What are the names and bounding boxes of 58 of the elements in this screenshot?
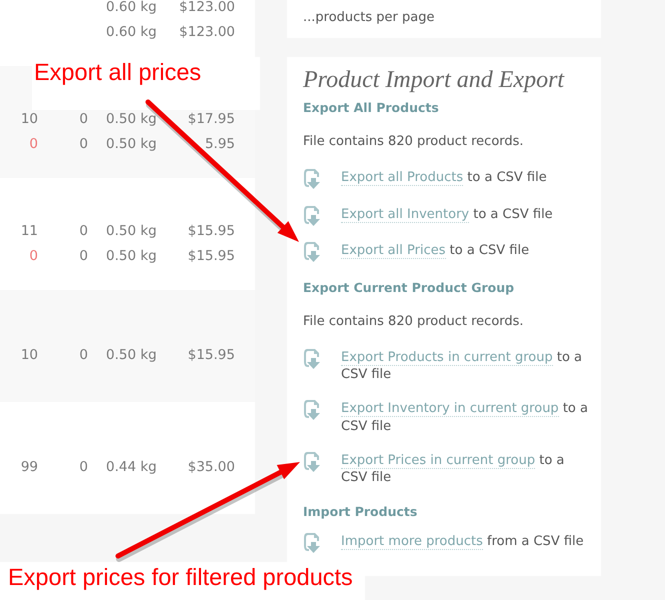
file-download-icon[interactable] xyxy=(303,532,322,553)
file-download-icon[interactable] xyxy=(303,241,322,262)
table-cell-text: 0.50 kg xyxy=(105,347,158,363)
section-heading: Export All Products xyxy=(303,99,440,117)
table-cell-text: 0 xyxy=(78,347,88,363)
action-text: Import more products from a CSV file xyxy=(341,533,584,550)
table-cell-text: 10 xyxy=(20,347,38,363)
table-cell-text: 0 xyxy=(78,136,88,152)
table-cell-text: $17.95 xyxy=(186,110,235,126)
action-text: Export all Inventory to a CSV file xyxy=(341,206,553,223)
file-download-icon[interactable] xyxy=(303,399,322,420)
table-cell-text: 0.50 kg xyxy=(105,136,158,152)
table-cell-text: 11 xyxy=(20,222,38,238)
file-download-icon[interactable] xyxy=(303,168,322,189)
annotation-label: Export prices for filtered products xyxy=(8,564,353,590)
action-link[interactable]: Export Inventory in current group xyxy=(341,401,559,417)
per-page-text: ...products per page xyxy=(303,9,436,26)
table-cell-text: 0.44 kg xyxy=(105,459,158,475)
table-cell-text: 0.50 kg xyxy=(105,222,158,238)
table-cell-text: 0 xyxy=(78,248,88,264)
table-cell-text: 99 xyxy=(20,459,38,475)
action-text: Export Inventory in current group to a CSV file xyxy=(341,400,589,435)
table-cell-text: 5.95 xyxy=(204,136,235,152)
table-cell-text: 0 xyxy=(78,459,88,475)
table-cell-text: $123.00 xyxy=(178,24,235,40)
action-link[interactable]: Export all Prices xyxy=(341,243,446,259)
file-download-icon[interactable] xyxy=(303,450,322,472)
action-text: Export all Prices to a CSV file xyxy=(341,242,530,260)
table-cell-text: 0 xyxy=(78,222,88,238)
table-cell-text: $15.95 xyxy=(186,347,235,363)
action-link[interactable]: Export all Inventory xyxy=(341,206,470,222)
section-heading: Export Current Product Group xyxy=(303,278,516,296)
table-cell-text: 0.60 kg xyxy=(105,24,158,40)
file-download-icon[interactable] xyxy=(303,204,322,226)
record-count-text: File contains 820 product records. xyxy=(303,133,525,151)
table-cell-text: 0.50 kg xyxy=(105,248,158,264)
action-link[interactable]: Export all Products xyxy=(341,170,464,186)
table-cell-text: $15.95 xyxy=(186,222,235,238)
table-cell-text: 0 xyxy=(78,110,88,126)
record-count-text: File contains 820 product records. xyxy=(303,312,525,330)
table-cell-text: 0 xyxy=(28,248,38,264)
action-link[interactable]: Import more products xyxy=(341,534,483,550)
table-cell-text: 0 xyxy=(28,136,38,152)
table-cell-text: $35.00 xyxy=(186,459,235,475)
table-cell-text: 10 xyxy=(20,110,38,126)
table-cell-text: $123.00 xyxy=(178,0,235,14)
action-text: Export all Products to a CSV file xyxy=(341,169,547,186)
annotation-label: Export all prices xyxy=(34,59,202,85)
table-cell-text: 0.60 kg xyxy=(105,0,158,14)
section-heading: Import Products xyxy=(303,503,418,521)
action-text: Export Prices in current group to a CSV file xyxy=(341,452,566,486)
table-cell-text: $15.95 xyxy=(186,248,235,264)
panel-title: Product Import and Export xyxy=(303,66,566,95)
action-link[interactable]: Export Products in current group xyxy=(341,350,553,366)
action-text: Export Products in current group to a CSV file xyxy=(341,348,584,384)
file-download-icon[interactable] xyxy=(303,348,322,368)
table-cell-text: 0.50 kg xyxy=(105,110,158,126)
action-link[interactable]: Export Prices in current group xyxy=(341,452,536,468)
